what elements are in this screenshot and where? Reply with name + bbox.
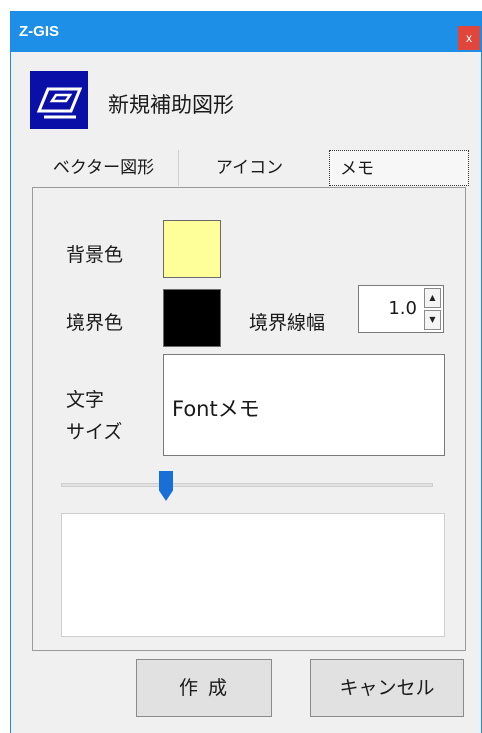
memo-text-area[interactable] xyxy=(61,513,445,637)
font-size-slider-thumb[interactable] xyxy=(159,471,173,501)
tab-memo[interactable]: メモ xyxy=(329,150,469,186)
memo-tab-panel: 背景色 境界色 境界線幅 1.0 ▲ ▼ 文字 サイズ Fontメモ xyxy=(32,187,466,651)
shape-outline-icon xyxy=(30,71,88,129)
border-color-swatch[interactable] xyxy=(163,289,221,347)
window-title: Z-GIS xyxy=(19,23,59,40)
create-button[interactable]: 作成 xyxy=(136,659,272,717)
border-width-stepper[interactable]: 1.0 ▲ ▼ xyxy=(358,285,444,333)
font-size-slider-track[interactable] xyxy=(61,483,433,487)
tab-vector-shape[interactable]: ベクター図形 xyxy=(29,150,179,186)
font-size-label-line1: 文字 xyxy=(66,389,105,411)
border-color-label: 境界色 xyxy=(66,312,124,334)
font-preview-box[interactable]: Fontメモ xyxy=(163,354,445,456)
dialog-heading: 新規補助図形 xyxy=(108,93,234,117)
font-preview-text: Fontメモ xyxy=(172,397,260,421)
tab-icon[interactable]: アイコン xyxy=(180,150,319,186)
border-width-value[interactable]: 1.0 xyxy=(388,298,417,319)
background-color-label: 背景色 xyxy=(66,244,124,266)
close-button[interactable]: x xyxy=(458,26,480,50)
title-bar[interactable]: Z-GIS x xyxy=(11,11,481,52)
border-width-label: 境界線幅 xyxy=(249,312,326,334)
dialog-window: Z-GIS x 新規補助図形 ベクター図形 アイコン メモ 背景色 境界色 境界… xyxy=(10,11,482,733)
font-size-label-line2: サイズ xyxy=(66,421,123,443)
decrement-arrow-icon[interactable]: ▼ xyxy=(424,310,441,330)
increment-arrow-icon[interactable]: ▲ xyxy=(424,288,441,308)
tab-strip: ベクター図形 アイコン メモ xyxy=(29,150,469,186)
background-color-swatch[interactable] xyxy=(163,220,221,278)
cancel-button[interactable]: キャンセル xyxy=(310,659,464,717)
